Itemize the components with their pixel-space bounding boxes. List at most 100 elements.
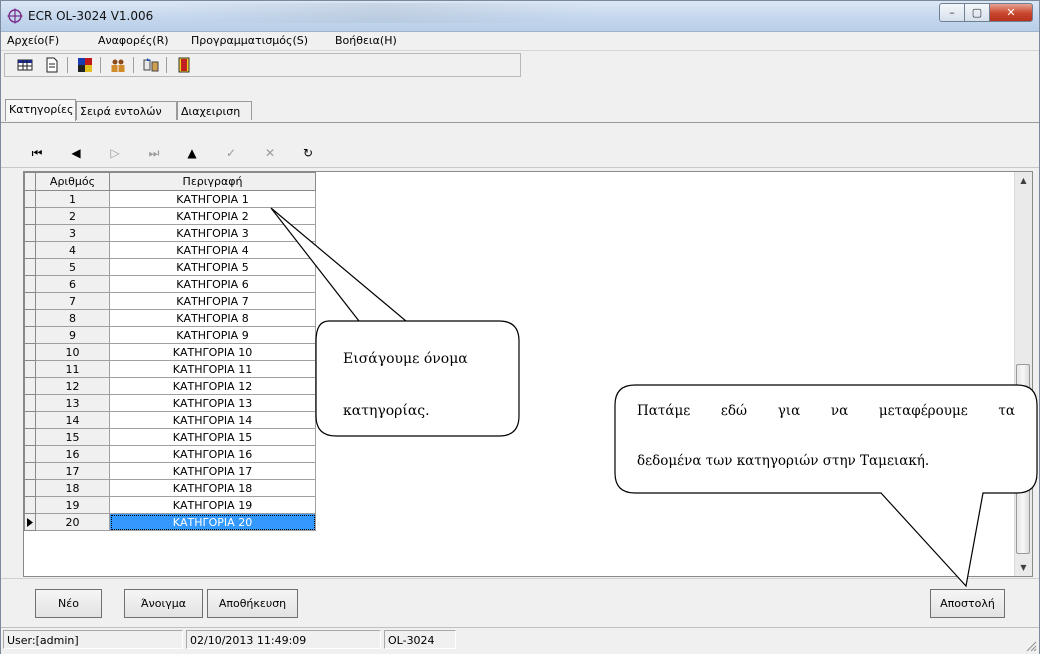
cell-description[interactable]: ΚΑΤΗΓΟΡΙΑ 7 <box>109 292 316 310</box>
cell-number[interactable]: 6 <box>35 275 110 293</box>
table-row[interactable]: 13 ΚΑΤΗΓΟΡΙΑ 13 <box>24 394 316 412</box>
refresh-icon[interactable]: ↻ <box>296 141 320 165</box>
row-indicator[interactable] <box>24 190 36 208</box>
table-row[interactable]: 17 ΚΑΤΗΓΟΡΙΑ 17 <box>24 462 316 480</box>
table-row[interactable]: 18 ΚΑΤΗΓΟΡΙΑ 18 <box>24 479 316 497</box>
row-indicator[interactable] <box>24 479 36 497</box>
close-button[interactable]: ✕ <box>989 3 1033 22</box>
cell-description[interactable]: ΚΑΤΗΓΟΡΙΑ 19 <box>109 496 316 514</box>
cell-number[interactable]: 3 <box>35 224 110 242</box>
cell-number[interactable]: 1 <box>35 190 110 208</box>
current-row-indicator-icon[interactable] <box>24 513 36 531</box>
cell-description[interactable]: ΚΑΤΗΓΟΡΙΑ 15 <box>109 428 316 446</box>
table-row[interactable]: 16 ΚΑΤΗΓΟΡΙΑ 16 <box>24 445 316 463</box>
menu-programming[interactable]: Προγραμματισμός(S) <box>191 34 308 47</box>
cell-number[interactable]: 8 <box>35 309 110 327</box>
cell-description[interactable]: ΚΑΤΗΓΟΡΙΑ 13 <box>109 394 316 412</box>
minimize-button[interactable]: – <box>939 3 965 22</box>
next-record-icon[interactable]: ▷ <box>103 141 127 165</box>
tab-categories[interactable]: Κατηγορίες <box>5 99 76 121</box>
row-indicator[interactable] <box>24 224 36 242</box>
cell-description[interactable]: ΚΑΤΗΓΟΡΙΑ 8 <box>109 309 316 327</box>
cell-number[interactable]: 16 <box>35 445 110 463</box>
row-indicator[interactable] <box>24 445 36 463</box>
table-row[interactable]: 7 ΚΑΤΗΓΟΡΙΑ 7 <box>24 292 316 310</box>
menu-reports[interactable]: Αναφορές(R) <box>98 34 169 47</box>
prior-record-icon[interactable]: ◀ <box>64 141 88 165</box>
row-indicator[interactable] <box>24 326 36 344</box>
insert-record-icon[interactable]: ▲ <box>180 141 204 165</box>
table-row[interactable]: 15 ΚΑΤΗΓΟΡΙΑ 15 <box>24 428 316 446</box>
table-row[interactable]: 5 ΚΑΤΗΓΟΡΙΑ 5 <box>24 258 316 276</box>
cell-number[interactable]: 10 <box>35 343 110 361</box>
table-row[interactable]: 12 ΚΑΤΗΓΟΡΙΑ 12 <box>24 377 316 395</box>
table-row[interactable]: 10 ΚΑΤΗΓΟΡΙΑ 10 <box>24 343 316 361</box>
cell-description[interactable]: ΚΑΤΗΓΟΡΙΑ 3 <box>109 224 316 242</box>
table-row[interactable]: 20 ΚΑΤΗΓΟΡΙΑ 20 <box>24 513 316 531</box>
table-row[interactable]: 3 ΚΑΤΗΓΟΡΙΑ 3 <box>24 224 316 242</box>
cell-number[interactable]: 4 <box>35 241 110 259</box>
cell-number[interactable]: 20 <box>35 513 110 531</box>
table-row[interactable]: 6 ΚΑΤΗΓΟΡΙΑ 6 <box>24 275 316 293</box>
scroll-thumb[interactable] <box>1016 364 1030 554</box>
cell-number[interactable]: 14 <box>35 411 110 429</box>
vertical-scrollbar[interactable]: ▲ ▼ <box>1014 172 1032 576</box>
cell-description[interactable]: ΚΑΤΗΓΟΡΙΑ 6 <box>109 275 316 293</box>
cancel-edit-icon[interactable]: ✕ <box>258 141 282 165</box>
first-record-icon[interactable]: ⏮ <box>25 141 49 165</box>
resize-grip-icon[interactable] <box>1025 640 1037 652</box>
document-icon[interactable] <box>44 57 60 73</box>
cell-number[interactable]: 9 <box>35 326 110 344</box>
maximize-button[interactable]: ▢ <box>964 3 990 22</box>
new-button[interactable]: Νέο <box>35 589 102 618</box>
column-header-number[interactable]: Αριθμός <box>35 172 110 191</box>
cell-description[interactable]: ΚΑΤΗΓΟΡΙΑ 17 <box>109 462 316 480</box>
cell-description[interactable]: ΚΑΤΗΓΟΡΙΑ 20 <box>109 513 316 531</box>
cell-description[interactable]: ΚΑΤΗΓΟΡΙΑ 9 <box>109 326 316 344</box>
cell-description[interactable]: ΚΑΤΗΓΟΡΙΑ 10 <box>109 343 316 361</box>
cell-number[interactable]: 5 <box>35 258 110 276</box>
transfer-icon[interactable] <box>143 57 159 73</box>
cell-description[interactable]: ΚΑΤΗΓΟΡΙΑ 12 <box>109 377 316 395</box>
table-row[interactable]: 1 ΚΑΤΗΓΟΡΙΑ 1 <box>24 190 316 208</box>
row-indicator[interactable] <box>24 462 36 480</box>
cell-number[interactable]: 19 <box>35 496 110 514</box>
send-button[interactable]: Αποστολή <box>930 589 1005 618</box>
post-edit-icon[interactable]: ✓ <box>219 141 243 165</box>
row-indicator[interactable] <box>24 360 36 378</box>
categories-grid[interactable]: Αριθμός Περιγραφή 1 ΚΑΤΗΓΟΡΙΑ 1 2 ΚΑΤΗΓΟΡΙΑ… <box>23 171 1033 577</box>
cell-number[interactable]: 15 <box>35 428 110 446</box>
row-indicator[interactable] <box>24 394 36 412</box>
row-indicator[interactable] <box>24 496 36 514</box>
row-indicator[interactable] <box>24 411 36 429</box>
table-row[interactable]: 4 ΚΑΤΗΓΟΡΙΑ 4 <box>24 241 316 259</box>
row-indicator[interactable] <box>24 343 36 361</box>
exit-door-icon[interactable] <box>176 57 192 73</box>
palette-icon[interactable] <box>77 57 93 73</box>
cell-number[interactable]: 2 <box>35 207 110 225</box>
save-button[interactable]: Αποθήκευση <box>207 589 298 618</box>
table-row[interactable]: 14 ΚΑΤΗΓΟΡΙΑ 14 <box>24 411 316 429</box>
row-indicator[interactable] <box>24 241 36 259</box>
grid-icon[interactable] <box>17 57 33 73</box>
table-row[interactable]: 8 ΚΑΤΗΓΟΡΙΑ 8 <box>24 309 316 327</box>
tab-management[interactable]: Διαχειριση <box>177 101 252 120</box>
table-row[interactable]: 2 ΚΑΤΗΓΟΡΙΑ 2 <box>24 207 316 225</box>
row-indicator[interactable] <box>24 292 36 310</box>
cell-description[interactable]: ΚΑΤΗΓΟΡΙΑ 18 <box>109 479 316 497</box>
table-row[interactable]: 19 ΚΑΤΗΓΟΡΙΑ 19 <box>24 496 316 514</box>
open-button[interactable]: Άνοιγμα <box>124 589 203 618</box>
last-record-icon[interactable]: ⏭ <box>142 141 166 165</box>
scroll-up-icon[interactable]: ▲ <box>1015 172 1032 189</box>
row-indicator[interactable] <box>24 377 36 395</box>
row-indicator[interactable] <box>24 309 36 327</box>
users-icon[interactable] <box>110 57 126 73</box>
row-indicator[interactable] <box>24 207 36 225</box>
cell-number[interactable]: 7 <box>35 292 110 310</box>
cell-description[interactable]: ΚΑΤΗΓΟΡΙΑ 16 <box>109 445 316 463</box>
row-indicator[interactable] <box>24 428 36 446</box>
cell-number[interactable]: 17 <box>35 462 110 480</box>
column-header-description[interactable]: Περιγραφή <box>109 172 316 191</box>
menu-help[interactable]: Βοήθεια(H) <box>335 34 397 47</box>
cell-description[interactable]: ΚΑΤΗΓΟΡΙΑ 14 <box>109 411 316 429</box>
